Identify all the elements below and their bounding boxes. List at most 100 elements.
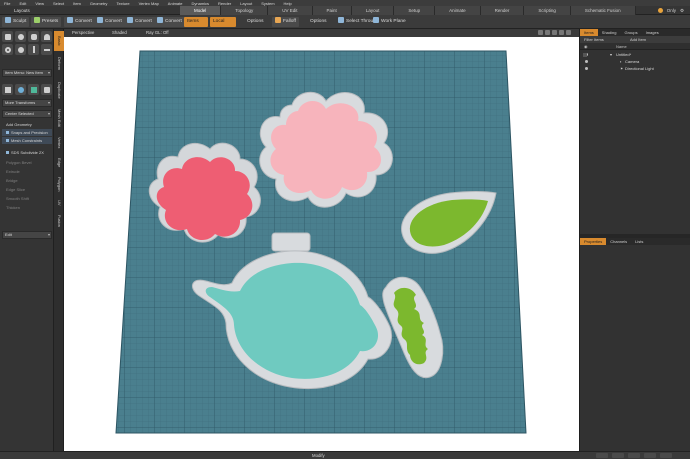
pan-icon[interactable]	[538, 30, 543, 35]
menu-animate[interactable]: Animate	[168, 1, 183, 6]
falloff-button[interactable]: Falloff	[272, 17, 299, 27]
tool-mesh-constraints[interactable]: Mesh Constraints	[2, 137, 52, 144]
menu-file[interactable]: File	[4, 1, 10, 6]
rotate-view-icon[interactable]	[545, 30, 550, 35]
tool-smooth-shift[interactable]: Smooth Shift	[2, 195, 52, 202]
tab-animate[interactable]: Animate	[435, 6, 481, 15]
tab-model[interactable]: Model	[180, 6, 222, 15]
vtab-vertex[interactable]: Vertex	[54, 133, 64, 153]
items-mode-button[interactable]: Items	[184, 17, 208, 27]
tab-scripting[interactable]: Scripting	[524, 6, 571, 15]
vtab-mesh-edit[interactable]: Mesh Edit	[54, 105, 64, 131]
vtab-deform[interactable]: Deform	[54, 53, 64, 75]
capsule-icon[interactable]	[15, 44, 26, 55]
sculpt-button[interactable]: Sculpt	[2, 17, 30, 27]
vtab-uv[interactable]: UV	[54, 197, 64, 209]
workspace-label[interactable]: Layouts	[14, 8, 30, 13]
tool-edge-slice[interactable]: Edge Slice	[2, 186, 52, 193]
tool-polygon-bevel[interactable]: Polygon Bevel	[2, 159, 52, 166]
tool-extrude[interactable]: Extrude	[2, 168, 52, 175]
rotate-icon[interactable]	[15, 84, 26, 95]
menu-help[interactable]: Help	[284, 1, 292, 6]
zoom-icon[interactable]	[552, 30, 557, 35]
options-button-2[interactable]: Options	[307, 17, 330, 27]
menu-view[interactable]: View	[35, 1, 44, 6]
tab-layout[interactable]: Layout	[351, 6, 395, 15]
more-transforms-dropdown[interactable]: More Transforms	[2, 99, 52, 107]
menu-item[interactable]: Item	[73, 1, 81, 6]
center-selected-dropdown[interactable]: Center Selected	[2, 110, 52, 118]
viewport-menu-icon[interactable]	[566, 30, 571, 35]
sphere-icon[interactable]	[15, 31, 26, 42]
text-tool-icon[interactable]	[41, 44, 52, 55]
menu-dynamics[interactable]: Dynamics	[191, 1, 209, 6]
tool-snaps-and-precision[interactable]: Snaps and Precision	[2, 129, 52, 136]
tab-shading[interactable]: Shading	[598, 29, 621, 36]
status-toggle-5[interactable]	[660, 453, 672, 458]
menu-edit[interactable]: Edit	[19, 1, 26, 6]
status-toggle-4[interactable]	[644, 453, 656, 458]
torus-icon[interactable]	[2, 44, 13, 55]
menu-vertex-map[interactable]: Vertex Map	[139, 1, 159, 6]
eye-icon[interactable]	[585, 67, 588, 70]
tab-topology[interactable]: Topology	[221, 6, 269, 15]
tab-items[interactable]: Items	[580, 29, 598, 36]
convert-button-3[interactable]: Convert	[124, 17, 155, 27]
vtab-polygon[interactable]: Polygon	[54, 173, 64, 195]
item-row-camera[interactable]: ▪ Camera	[580, 58, 690, 65]
shading-dropdown[interactable]: Shaded	[112, 30, 127, 35]
gear-icon[interactable]: ⚙	[680, 8, 684, 14]
vtab-basic[interactable]: Basic	[54, 31, 64, 51]
vtab-fusion[interactable]: Fusion	[54, 211, 64, 231]
status-toggle-2[interactable]	[612, 453, 624, 458]
tab-groups[interactable]: Groups	[620, 29, 641, 36]
menu-render[interactable]: Render	[218, 1, 231, 6]
tab-images[interactable]: Images	[642, 29, 663, 36]
transform-icon[interactable]	[41, 84, 52, 95]
item-row-light[interactable]: ✶ Directional Light	[580, 65, 690, 72]
tab-uv-edit[interactable]: UV Edit	[268, 6, 313, 15]
menu-system[interactable]: System	[261, 1, 274, 6]
tab-properties[interactable]: Properties	[580, 238, 607, 245]
work-plane-button[interactable]: Work Plane	[370, 17, 409, 27]
status-toggle-1[interactable]	[596, 453, 608, 458]
convert-button-4[interactable]: Convert	[154, 17, 185, 27]
cylinder-icon[interactable]	[28, 31, 39, 42]
move-icon[interactable]	[2, 84, 13, 95]
only-toggle[interactable]: Only	[667, 8, 676, 13]
menu-geometry[interactable]: Geometry	[90, 1, 108, 6]
tab-channels[interactable]: Channels	[606, 238, 631, 245]
tool-bridge[interactable]: Bridge	[2, 177, 52, 184]
convert-button-1[interactable]: Convert	[64, 17, 95, 27]
scale-icon[interactable]	[28, 84, 39, 95]
options-button[interactable]: Options	[244, 17, 267, 27]
edit-dropdown[interactable]: Edit	[2, 231, 52, 239]
menu-layout[interactable]: Layout	[240, 1, 252, 6]
name-column-header[interactable]: Name	[616, 44, 627, 49]
tab-render[interactable]: Render	[480, 6, 525, 15]
item-menu-dropdown[interactable]: Item Menu: New Item	[2, 69, 52, 77]
local-button[interactable]: Local	[210, 17, 236, 27]
3d-viewport[interactable]: Perspective Shaded Ray GL: Off	[64, 29, 579, 451]
pen-icon[interactable]	[28, 44, 39, 55]
tool-thicken[interactable]: Thicken	[2, 204, 52, 211]
view-type-dropdown[interactable]: Perspective	[72, 30, 94, 35]
ray-gl-toggle[interactable]: Ray GL: Off	[146, 30, 169, 35]
item-row-scene[interactable]: ▾ Untitled*	[580, 51, 690, 58]
tab-paint[interactable]: Paint	[312, 6, 352, 15]
maximize-icon[interactable]	[559, 30, 564, 35]
vtab-edge[interactable]: Edge	[54, 155, 64, 171]
lock-icon[interactable]	[583, 53, 587, 57]
convert-button-2[interactable]: Convert	[94, 17, 125, 27]
status-toggle-3[interactable]	[628, 453, 640, 458]
filter-items-input[interactable]: Filter Items	[584, 37, 604, 42]
tab-schematic-fusion[interactable]: Schematic Fusion	[570, 6, 636, 15]
cube-icon[interactable]	[2, 31, 13, 42]
cone-icon[interactable]	[41, 31, 52, 42]
add-item-button[interactable]: Add Item	[630, 37, 646, 42]
vtab-duplicate[interactable]: Duplicate	[54, 77, 64, 103]
eye-icon[interactable]	[585, 60, 588, 63]
tab-lists[interactable]: Lists	[631, 238, 647, 245]
menu-select[interactable]: Select	[53, 1, 64, 6]
tab-setup[interactable]: Setup	[394, 6, 436, 15]
